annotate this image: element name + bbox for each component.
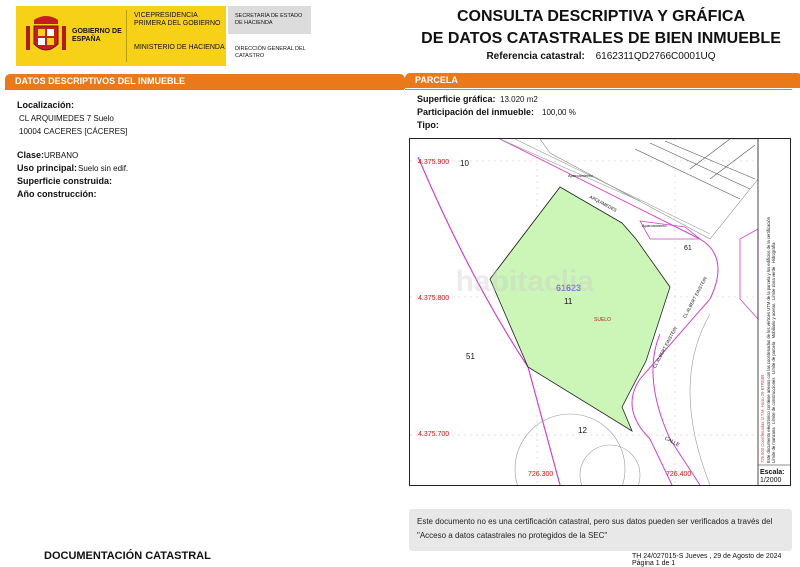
title-line-2: DE DATOS CATASTRALES DE BIEN INMUEBLE [421,30,781,47]
uso-value: Suelo sin edif. [78,164,129,173]
clase-label: Clase: [17,150,45,160]
parcel-num-61: 61 [684,245,692,252]
clase-value: URBANO [44,151,79,160]
legend-zona-verde: Límite zona verde [771,266,777,300]
aparcamiento-label-2: Aparcamiento [642,223,667,228]
direccion-label: DIRECCIÓN GENERAL DEL CATASTRO [235,46,306,59]
section-datos-descriptivos: DATOS DESCRIPTIVOS DEL INMUEBLE [5,74,405,89]
aparcamiento-label-1: Aparcamiento [568,173,593,178]
tipo-label: Tipo: [417,120,439,130]
localizacion-line-1: CL ARQUIMEDES 7 Suelo [19,114,114,123]
legend-hidrografia: Hidrografía [771,242,777,264]
disclaimer-box: Este documento no es una certificación c… [409,509,792,551]
footer-documentacion: DOCUMENTACIÓN CATASTRAL [44,550,211,562]
escala-label: Escala: [760,469,785,476]
watermark: habitaclia [455,265,594,298]
ministerio-label: MINISTERIO DE HACIENDA [134,44,225,51]
map-drawing [410,139,790,485]
gobierno-label: GOBIERNO DE ESPAÑA [72,28,122,43]
uso-label: Uso principal: [17,163,78,173]
title-line-1: CONSULTA DESCRIPTIVA Y GRÁFICA [456,8,745,25]
section-parcela: PARCELA [405,73,800,88]
map-legend: 726.500 Coordenadas U.T.M. Huso 29 ETRS8… [760,141,788,463]
coord-y-3: 4.375.700 [418,431,450,438]
legend-entries: Límite de manzana Límite de construccion… [771,141,777,463]
referencia-catastral: Referencia catastral: 6162311QD2766C0001… [420,51,782,62]
vicepresidencia-label: VICEPRESIDENCIA PRIMERA DEL GOBIERNO [134,12,221,27]
superficie-construida-label: Superficie construida: [17,176,113,186]
parcel-num-51: 51 [466,352,475,361]
participacion-value: 100,00 % [542,108,576,117]
ref-label: Referencia catastral: [486,51,585,62]
logo-divider [126,10,127,62]
legend-limite-manzana: Límite de manzana [771,427,777,463]
legend-limite-parcela: Límite de parcela [771,341,777,375]
superficie-grafica-value: 13.020 m2 [500,95,538,104]
cadastral-map[interactable]: 4.375.900 4.375.800 4.375.700 726.300 72… [409,138,791,486]
coord-x-2: 726.400 [666,471,692,478]
divider [5,89,404,90]
page-title: CONSULTA DESCRIPTIVA Y GRÁFICA DE DATOS … [420,6,782,50]
footer-info: TH 24/027015-S Jueves , 29 de Agosto de … [632,553,782,567]
legend-mobiliario: Mobiliario y aceras [771,303,777,339]
coord-y-1: 4.375.900 [418,159,450,166]
parcel-num-12: 12 [578,426,587,435]
parcel-num-10: 10 [460,159,469,168]
coord-x-1: 726.300 [528,471,554,478]
parcel-type-label: SUELO [594,317,611,323]
superficie-grafica-label: Superficie gráfica: [417,94,496,104]
ref-value: 6162311QD2766C0001UQ [595,51,716,62]
localizacion-line-2: 10004 CACERES [CÁCERES] [19,127,128,136]
anio-construccion-label: Año construcción: [17,189,97,199]
escala-value: 1/2000 [760,477,782,484]
legend-limite-construcciones: Límite de construcciones [771,377,777,424]
participacion-label: Participación del inmueble: [417,107,535,117]
coat-of-arms-icon [26,16,66,51]
legend-rotated: 726.500 Coordenadas U.T.M. Huso 29 ETRS8… [760,141,788,463]
divider [405,89,792,90]
localizacion-label: Localización: [17,100,75,110]
secretaria-label: SECRETARÍA DE ESTADO DE HACIENDA [235,13,303,26]
